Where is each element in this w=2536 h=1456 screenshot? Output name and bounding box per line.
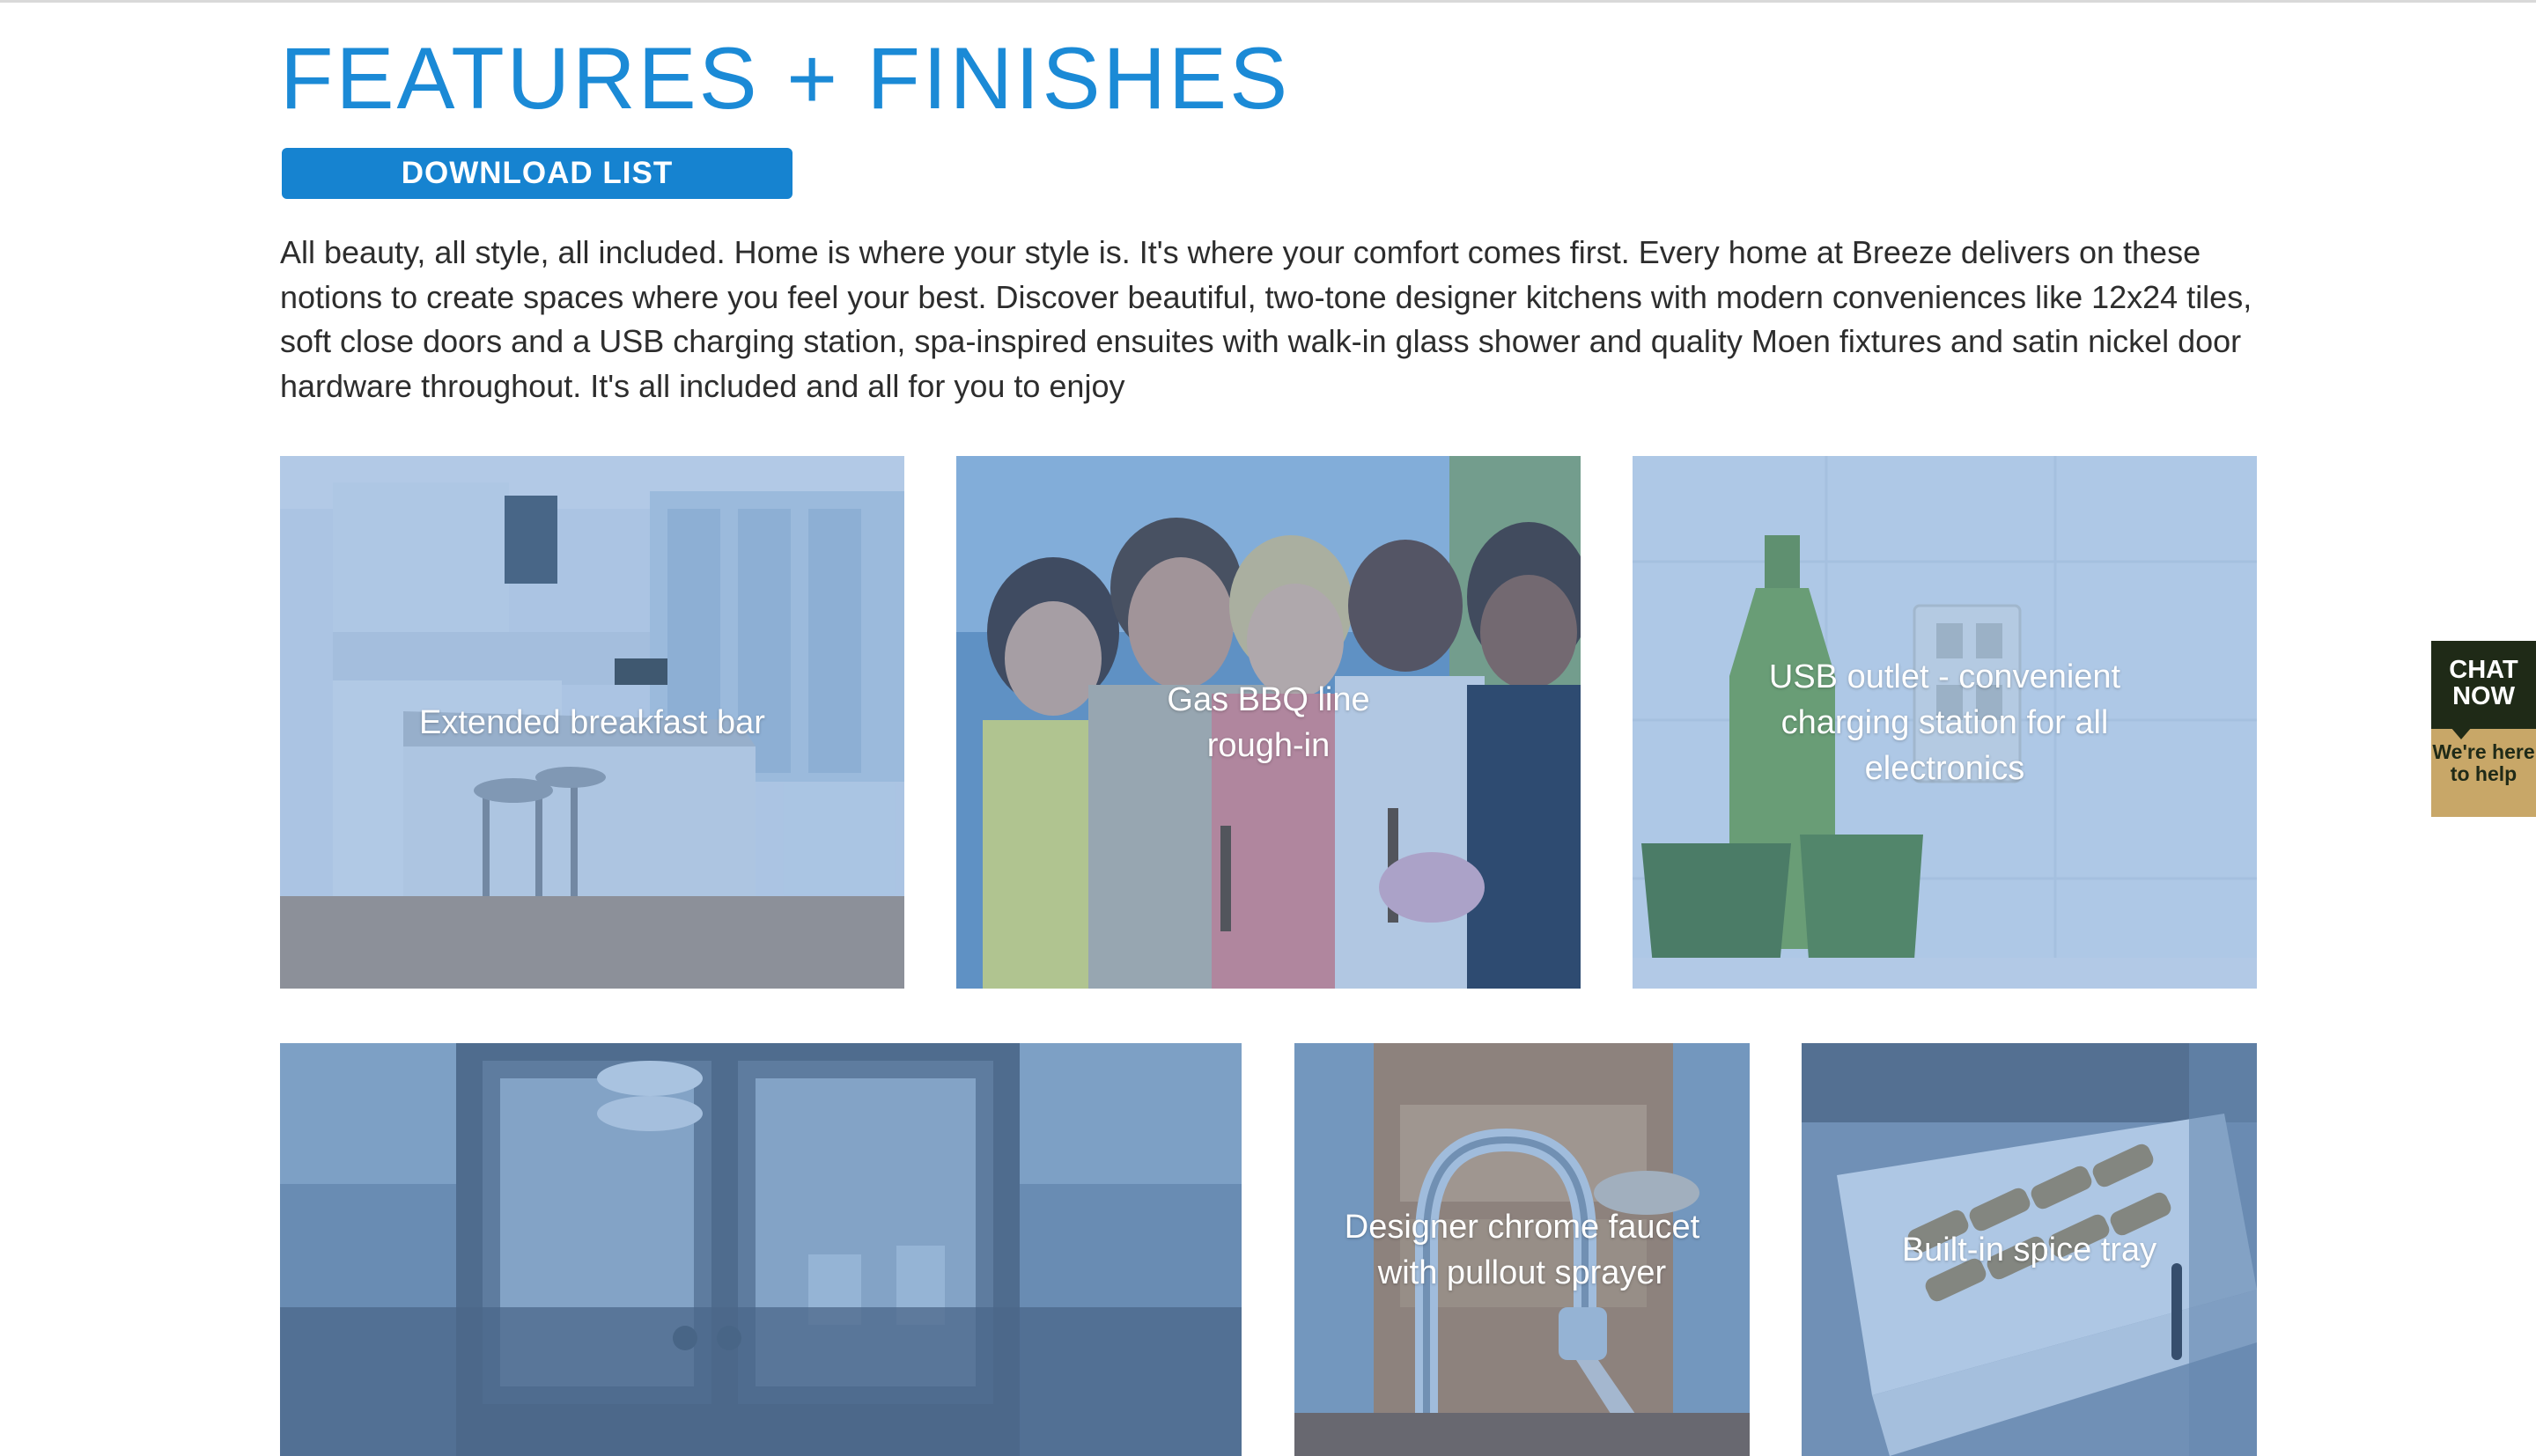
feature-caption: Built-in spice tray: [1901, 1231, 2157, 1268]
chat-bubble-pointer-icon: [2451, 727, 2472, 739]
chat-help-label: We're here to help: [2432, 740, 2535, 785]
feature-caption: Gas BBQ line rough-in: [1167, 680, 1370, 764]
chat-help-panel: We're here to help: [2431, 729, 2536, 817]
chat-now-widget[interactable]: CHAT NOW We're here to help: [2431, 641, 2536, 817]
chat-now-label: CHAT NOW: [2449, 656, 2518, 710]
feature-tile-spice-tray[interactable]: Built-in spice tray: [1802, 1043, 2257, 1456]
top-divider: [0, 0, 2536, 3]
download-list-button[interactable]: DOWNLOAD LIST: [282, 148, 792, 199]
feature-caption: Extended breakfast bar: [419, 703, 765, 741]
feature-tile-cabinets[interactable]: [280, 1043, 1242, 1456]
feature-tile-gas-bbq[interactable]: Gas BBQ line rough-in: [956, 456, 1581, 989]
feature-tile-breakfast-bar[interactable]: Extended breakfast bar: [280, 456, 904, 989]
feature-tile-faucet[interactable]: Designer chrome faucet with pullout spra…: [1294, 1043, 1750, 1456]
feature-tile-usb-outlet[interactable]: USB outlet - convenient charging station…: [1633, 456, 2257, 989]
intro-paragraph: All beauty, all style, all included. Hom…: [280, 234, 2252, 404]
feature-caption: Designer chrome faucet with pullout spra…: [1344, 1208, 1700, 1291]
feature-caption: USB outlet - convenient charging station…: [1768, 658, 2121, 787]
chat-now-header: CHAT NOW: [2431, 641, 2536, 729]
page-title: FEATURES + FINISHES: [280, 29, 1291, 127]
tile-overlay: [280, 1043, 1242, 1456]
